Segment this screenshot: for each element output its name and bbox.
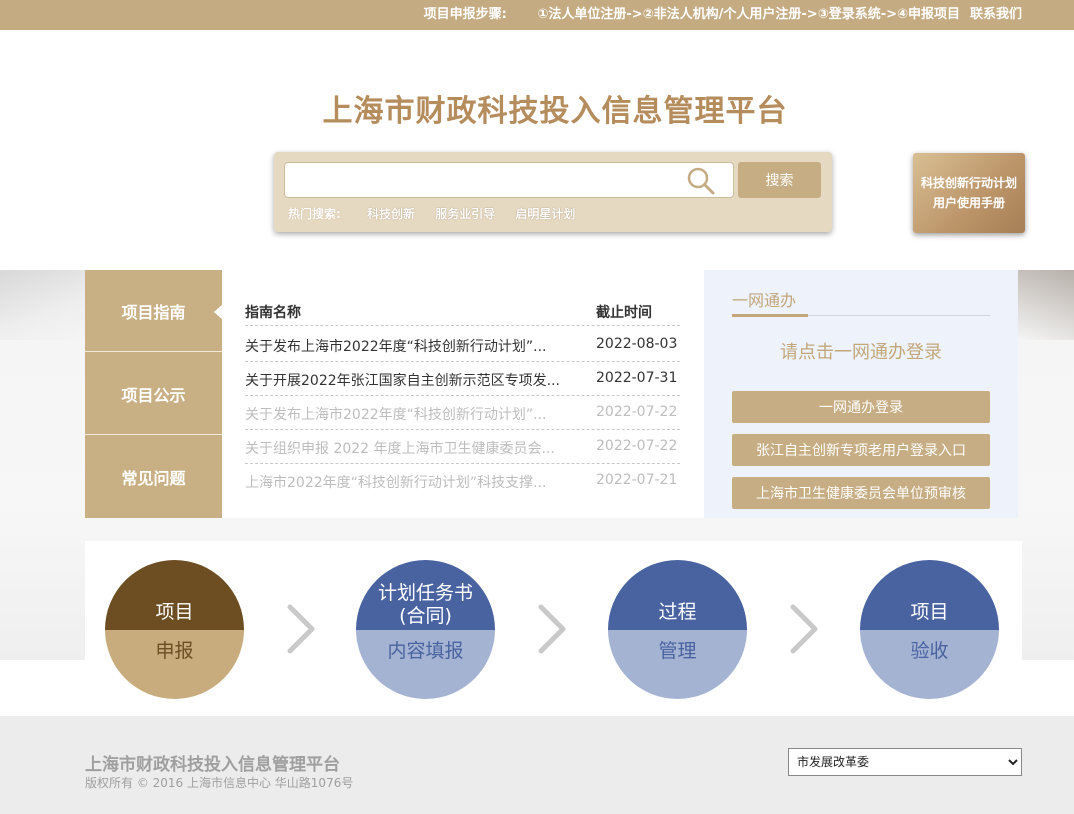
step-apply-link[interactable]: ④申报项目	[897, 7, 960, 22]
hot-search: 热门搜索: 科技创新 服务业引导 启明星计划	[288, 205, 591, 222]
login-panel: 一网通办 请点击一网通办登录 一网通办登录 张江自主创新专项老用户登录入口 上海…	[704, 270, 1018, 518]
contact-us-link[interactable]: 联系我们	[970, 0, 1022, 30]
step-bottom-label: 申报	[105, 630, 244, 699]
process-step-apply[interactable]: 项目 申报	[105, 560, 244, 699]
search-input[interactable]	[284, 162, 734, 198]
list-item[interactable]: 上海市2022年度“科技创新行动计划”科技支撑... 2022-07-21	[245, 464, 680, 498]
step-top-label-line: (合同)	[399, 605, 452, 627]
guide-deadline: 2022-07-22	[596, 404, 678, 420]
one-net-login-button[interactable]: 一网通办登录	[732, 391, 990, 423]
list-item[interactable]: 关于发布上海市2022年度“科技创新行动计划”... 2022-07-22	[245, 396, 680, 430]
band-decoration-right	[1018, 270, 1074, 340]
guide-name: 关于组织申报 2022 年度上海市卫生健康委员会...	[245, 441, 555, 457]
hot-search-link[interactable]: 启明星计划	[515, 207, 575, 221]
guide-name: 关于发布上海市2022年度“科技创新行动计划”...	[245, 339, 547, 355]
department-select[interactable]: 市发展改革委	[788, 748, 1022, 776]
step-legal-register-link[interactable]: ①法人单位注册->	[537, 7, 642, 22]
footer: 上海市财政科技投入信息管理平台 版权所有 © 2016 上海市信息中心 华山路1…	[0, 716, 1074, 814]
process-step-acceptance[interactable]: 项目 验收	[860, 560, 999, 699]
tab-project-guide[interactable]: 项目指南	[85, 270, 223, 352]
list-item[interactable]: 关于组织申报 2022 年度上海市卫生健康委员会... 2022-07-22	[245, 430, 680, 464]
step-top-label-line: 计划任务书	[377, 582, 473, 604]
column-header-deadline: 截止时间	[596, 305, 652, 321]
guide-deadline: 2022-07-22	[596, 438, 678, 454]
column-header-name: 指南名称	[245, 305, 301, 321]
step-top-label: 项目	[860, 560, 999, 630]
guide-list-header: 指南名称 截止时间	[245, 300, 680, 326]
top-bar: 项目申报步骤: ①法人单位注册->②非法人机构/个人用户注册->③登录系统->④…	[0, 0, 1074, 30]
guide-deadline: 2022-07-21	[596, 472, 678, 488]
tab-project-announcement[interactable]: 项目公示	[85, 353, 222, 435]
step-login-link[interactable]: ③登录系统->	[818, 7, 897, 22]
hot-search-link[interactable]: 服务业引导	[435, 207, 495, 221]
guide-deadline: 2022-07-31	[596, 370, 678, 386]
step-top-label: 项目	[105, 560, 244, 630]
title-underline	[732, 314, 808, 317]
guide-name: 上海市2022年度“科技创新行动计划”科技支撑...	[245, 475, 547, 491]
list-item[interactable]: 关于发布上海市2022年度“科技创新行动计划”... 2022-08-03	[245, 328, 680, 362]
process-step-management[interactable]: 过程 管理	[608, 560, 747, 699]
step-bottom-label: 内容填报	[356, 630, 495, 699]
chevron-right-icon	[538, 604, 566, 654]
step-bottom-label: 管理	[608, 630, 747, 699]
footer-copyright: 版权所有 © 2016 上海市信息中心 华山路1076号	[85, 776, 354, 790]
footer-title: 上海市财政科技投入信息管理平台	[85, 755, 340, 775]
steps-label: 项目申报步骤:	[423, 7, 507, 22]
health-commission-precheck-button[interactable]: 上海市卫生健康委员会单位预审核	[732, 477, 990, 509]
step-top-label: 计划任务书 (合同)	[356, 560, 495, 630]
page-title: 上海市财政科技投入信息管理平台	[322, 94, 788, 129]
side-tabs: 项目指南 项目公示 常见问题	[85, 270, 223, 518]
chevron-right-icon	[790, 604, 818, 654]
step-bottom-label: 验收	[860, 630, 999, 699]
guide-list: 指南名称 截止时间 关于发布上海市2022年度“科技创新行动计划”... 202…	[222, 270, 704, 518]
process-steps: 项目 申报 计划任务书 (合同) 内容填报 过程 管理 项目 验收	[85, 541, 1022, 716]
register-steps: 项目申报步骤: ①法人单位注册->②非法人机构/个人用户注册->③登录系统->④…	[414, 0, 960, 30]
guide-name: 关于开展2022年张江国家自主创新示范区专项发...	[245, 373, 560, 389]
login-prompt: 请点击一网通办登录	[780, 342, 942, 363]
list-item[interactable]: 关于开展2022年张江国家自主创新示范区专项发... 2022-07-31	[245, 362, 680, 396]
step-top-label: 过程	[608, 560, 747, 630]
search-panel: 搜索 热门搜索: 科技创新 服务业引导 启明星计划	[274, 152, 832, 232]
guide-name: 关于发布上海市2022年度“科技创新行动计划”...	[245, 407, 547, 423]
login-panel-title: 一网通办	[732, 291, 797, 310]
hot-search-label: 热门搜索:	[288, 207, 341, 221]
search-button[interactable]: 搜索	[738, 162, 821, 198]
user-manual-button[interactable]: 科技创新行动计划 用户使用手册	[913, 153, 1025, 233]
manual-line-1: 科技创新行动计划	[920, 176, 1017, 190]
step-personal-register-link[interactable]: ②非法人机构/个人用户注册->	[643, 7, 818, 22]
manual-line-2: 用户使用手册	[932, 196, 1005, 210]
process-step-task-book[interactable]: 计划任务书 (合同) 内容填报	[356, 560, 495, 699]
guide-deadline: 2022-08-03	[596, 336, 678, 352]
hot-search-link[interactable]: 科技创新	[367, 207, 415, 221]
tab-faq[interactable]: 常见问题	[85, 436, 222, 518]
band-decoration-left	[0, 270, 90, 340]
search-icon[interactable]	[686, 166, 716, 196]
chevron-right-icon	[287, 604, 315, 654]
zhangjiang-legacy-login-button[interactable]: 张江自主创新专项老用户登录入口	[732, 434, 990, 466]
